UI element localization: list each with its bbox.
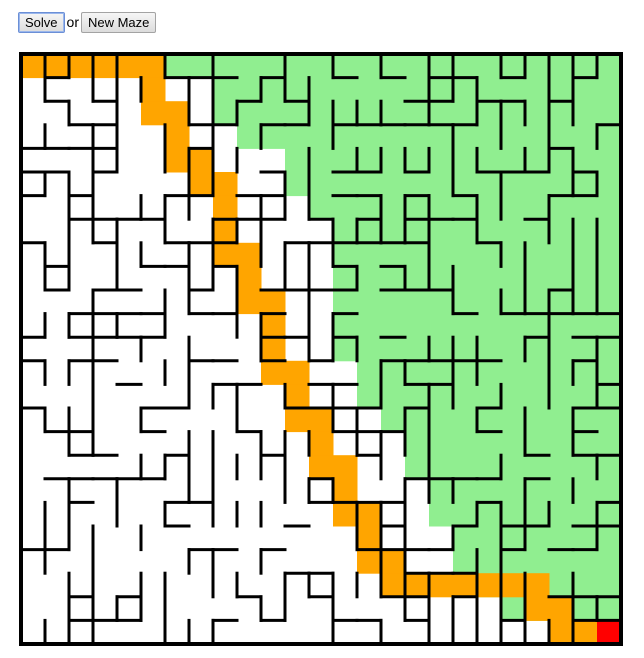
- visited-row: [405, 431, 621, 456]
- path-cell: [285, 360, 310, 385]
- visited-row: [333, 242, 621, 267]
- visited-row: [357, 360, 621, 385]
- path-cell: [477, 573, 502, 598]
- path-cell: [333, 478, 358, 503]
- path-cell: [381, 549, 406, 574]
- visited-row: [309, 195, 621, 220]
- visited-row: [213, 101, 621, 126]
- path-cell: [405, 573, 430, 598]
- path-cell: [213, 172, 238, 197]
- path-cell: [141, 77, 166, 102]
- path-cell: [141, 54, 166, 79]
- path-cell: [141, 101, 166, 126]
- path-cell: [357, 502, 382, 527]
- path-cell: [21, 54, 46, 79]
- path-cell: [309, 455, 334, 480]
- path-cell: [525, 573, 550, 598]
- path-cell: [237, 242, 262, 267]
- path-cell: [165, 101, 190, 126]
- path-cell: [261, 337, 286, 362]
- path-cell: [165, 124, 190, 149]
- visited-row: [405, 455, 621, 480]
- path-cell: [309, 431, 334, 456]
- path-cell: [189, 148, 214, 173]
- path-cell: [285, 384, 310, 409]
- path-cell: [189, 172, 214, 197]
- path-cell: [237, 266, 262, 291]
- path-cell: [357, 526, 382, 551]
- path-cell: [309, 408, 334, 433]
- visited-row: [213, 77, 621, 102]
- path-cell: [213, 195, 238, 220]
- maze-canvas[interactable]: [0, 0, 644, 658]
- visited-row: [333, 290, 621, 315]
- path-cell: [453, 573, 478, 598]
- path-cell: [93, 54, 118, 79]
- path-cell: [237, 290, 262, 315]
- end-marker: [597, 620, 621, 644]
- path-cell: [333, 455, 358, 480]
- path-cell: [45, 54, 70, 79]
- path-cell: [213, 219, 238, 244]
- visited-row: [357, 384, 621, 409]
- visited-row: [237, 124, 621, 149]
- path-cell: [285, 408, 310, 433]
- visited-row: [381, 408, 621, 433]
- visited-row: [333, 266, 621, 291]
- path-cell: [333, 502, 358, 527]
- path-cell: [261, 290, 286, 315]
- path-cell: [501, 573, 526, 598]
- path-cell: [69, 54, 94, 79]
- visited-row: [333, 313, 621, 338]
- path-cell: [429, 573, 454, 598]
- end-cell: [597, 620, 621, 644]
- path-cell: [381, 573, 406, 598]
- path-cell: [165, 148, 190, 173]
- path-cell: [573, 620, 598, 645]
- path-cell: [525, 596, 550, 621]
- path-cell: [549, 620, 574, 645]
- path-cell: [213, 242, 238, 267]
- visited-row: [165, 54, 621, 78]
- path-cell: [261, 313, 286, 338]
- path-cell: [357, 549, 382, 574]
- path-cell: [261, 360, 286, 385]
- path-cell: [549, 596, 574, 621]
- path-cell: [117, 54, 142, 79]
